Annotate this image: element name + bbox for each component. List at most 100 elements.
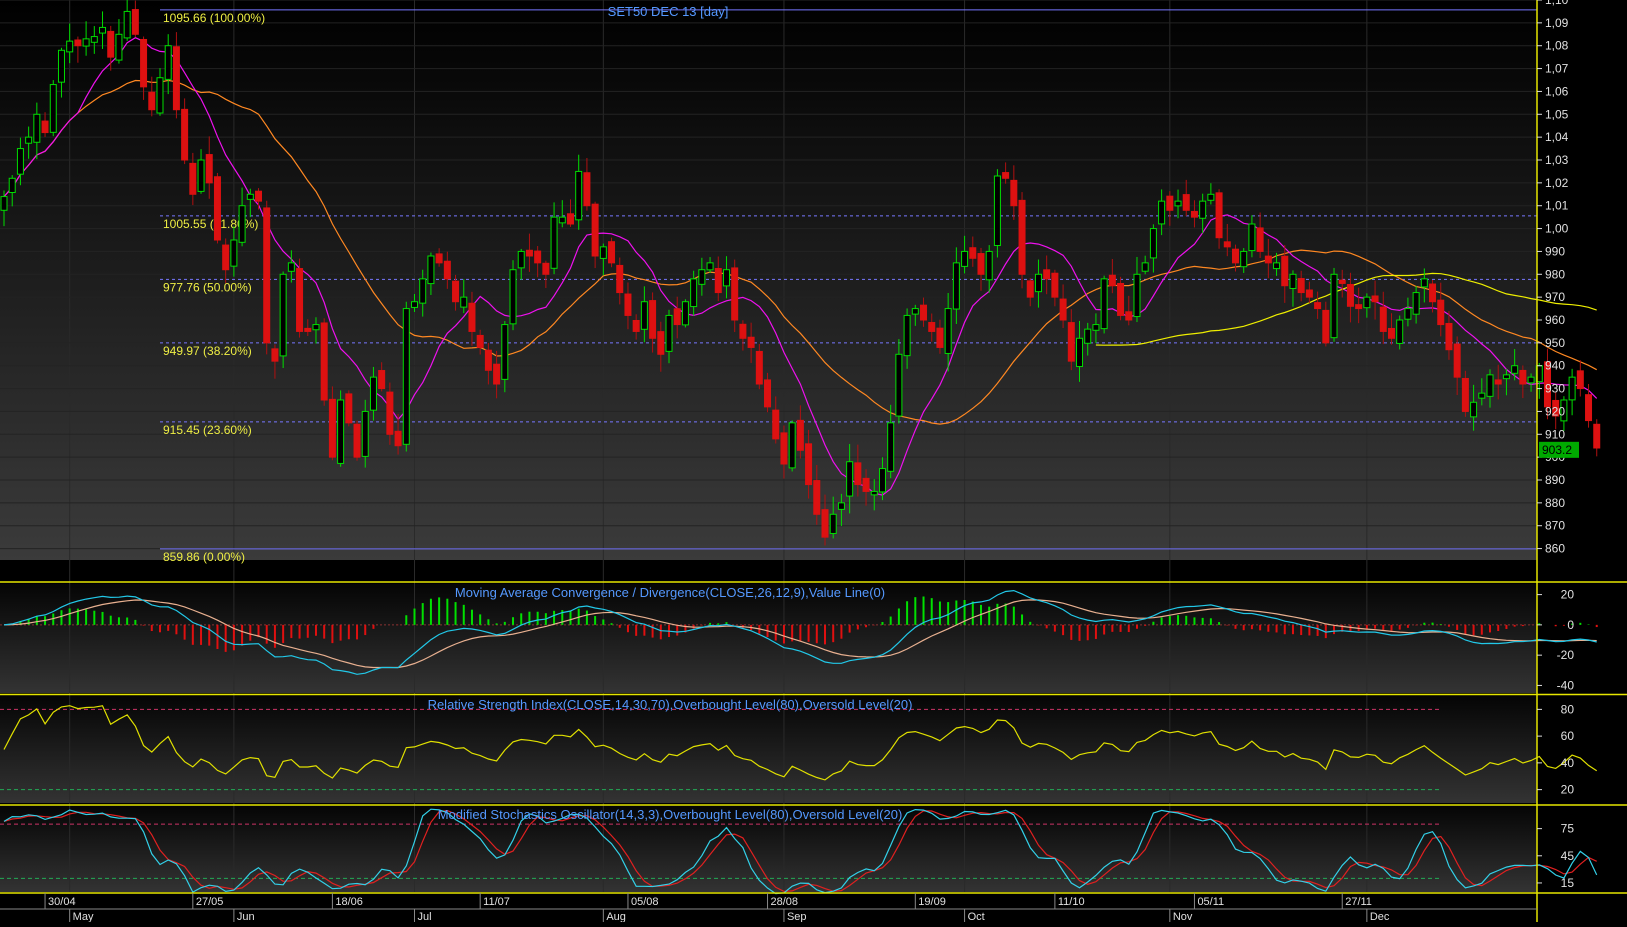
candle-body — [1478, 392, 1486, 399]
chart-canvas: 1095.66 (100.00%)1005.55 (61.80%)977.76 … — [0, 0, 1627, 923]
candle-body — [599, 246, 607, 259]
fib-label: 949.97 (38.20%) — [163, 344, 252, 358]
fib-label: 977.76 (50.00%) — [163, 280, 252, 294]
indicator-tick-label: 20 — [1561, 588, 1575, 602]
candle-body — [1117, 282, 1125, 316]
candle-body — [1486, 374, 1494, 397]
candle-body — [1273, 262, 1281, 270]
candle-body — [411, 301, 418, 308]
rsi-panel-background — [0, 696, 1537, 803]
candle-body — [575, 170, 583, 221]
candle-body — [780, 432, 788, 465]
month-label: Aug — [606, 911, 626, 922]
candle-body — [1199, 200, 1207, 219]
candle-body — [369, 376, 377, 411]
month-label: Oct — [968, 911, 985, 922]
candle-body — [608, 241, 616, 264]
candle-body — [1355, 304, 1363, 310]
candle-body — [1576, 370, 1584, 390]
price-tick-label: 980 — [1545, 267, 1565, 281]
date-label: 05/11 — [1197, 896, 1224, 908]
candle-body — [862, 477, 870, 492]
candle-body — [99, 26, 107, 34]
candle-body — [1289, 273, 1297, 289]
candle-body — [1043, 269, 1051, 280]
candle-body — [591, 203, 599, 257]
candle-body — [115, 33, 123, 61]
candle-body — [345, 393, 353, 424]
candle-body — [542, 262, 550, 275]
indicator-tick-label: 45 — [1561, 849, 1575, 863]
candle-body — [928, 322, 936, 332]
candle-body — [57, 49, 65, 83]
candle-body — [1379, 306, 1387, 332]
month-label: Nov — [1173, 911, 1193, 922]
candle-body — [1084, 328, 1092, 344]
candle-body — [1519, 369, 1527, 385]
month-label: Dec — [1370, 911, 1390, 922]
candle-body — [279, 273, 287, 357]
price-tick-label: 970 — [1545, 290, 1565, 304]
price-tick-label: 960 — [1545, 313, 1565, 327]
candle-body — [82, 38, 90, 47]
candle-body — [271, 348, 279, 362]
price-tick-label: 860 — [1545, 542, 1565, 556]
candle-body — [1363, 296, 1371, 309]
candle-body — [665, 314, 673, 352]
candle-body — [427, 255, 435, 285]
candle-body — [1305, 289, 1313, 298]
candle-body — [1256, 227, 1264, 252]
candle-body — [1092, 324, 1100, 331]
candle-body — [304, 327, 312, 332]
candle-body — [164, 45, 172, 80]
candle-body — [1437, 299, 1445, 326]
price-tick-label: 940 — [1545, 359, 1565, 373]
date-label: 30/04 — [48, 896, 76, 908]
candle-body — [1010, 179, 1018, 207]
month-label: Sep — [787, 911, 807, 922]
candle-body — [1445, 322, 1453, 351]
date-label: 11/07 — [483, 896, 510, 908]
stoch-title: Modified Stochastics Oscillator(14,3,3),… — [438, 807, 903, 822]
date-label: 05/08 — [631, 896, 659, 908]
candle-body — [0, 196, 8, 211]
date-label: 18/06 — [335, 896, 363, 908]
candle-body — [1314, 302, 1322, 310]
candle-body — [452, 280, 460, 303]
candle-body — [649, 300, 657, 339]
candle-body — [887, 422, 895, 472]
price-tick-label: 1,00 — [1545, 222, 1569, 236]
candle-body — [1404, 308, 1412, 320]
candle-body — [378, 370, 386, 390]
month-label: Jul — [418, 911, 432, 922]
candle-body — [977, 253, 985, 275]
candle-body — [1387, 327, 1395, 339]
candle-body — [788, 422, 796, 469]
price-tick-label: 930 — [1545, 382, 1565, 396]
candle-body — [1494, 379, 1502, 385]
candle-body — [1396, 319, 1404, 344]
candle-body — [911, 308, 919, 315]
candle-body — [1026, 280, 1034, 298]
candle-body — [320, 322, 328, 401]
candle-body — [353, 423, 361, 458]
candle-body — [501, 324, 509, 380]
candle-body — [1232, 248, 1239, 264]
candle-body — [1338, 279, 1346, 284]
candle-body — [1182, 194, 1190, 211]
candle-body — [1281, 255, 1289, 287]
candle-body — [49, 84, 57, 133]
indicator-tick-label: -20 — [1557, 648, 1575, 662]
candle-body — [936, 327, 944, 348]
candle-body — [287, 262, 295, 272]
date-label: 27/11 — [1345, 896, 1372, 908]
candle-body — [706, 262, 714, 271]
candle-body — [714, 268, 722, 294]
candle-body — [952, 262, 960, 310]
candle-body — [821, 509, 829, 538]
candle-body — [25, 136, 33, 144]
candle-body — [140, 38, 148, 88]
candle-body — [985, 250, 993, 281]
candle-body — [755, 350, 763, 385]
x-axis-labels: 30/04 27/05 18/06 11/07 05/08 28/08 19/09 11/10… — [0, 893, 1537, 923]
